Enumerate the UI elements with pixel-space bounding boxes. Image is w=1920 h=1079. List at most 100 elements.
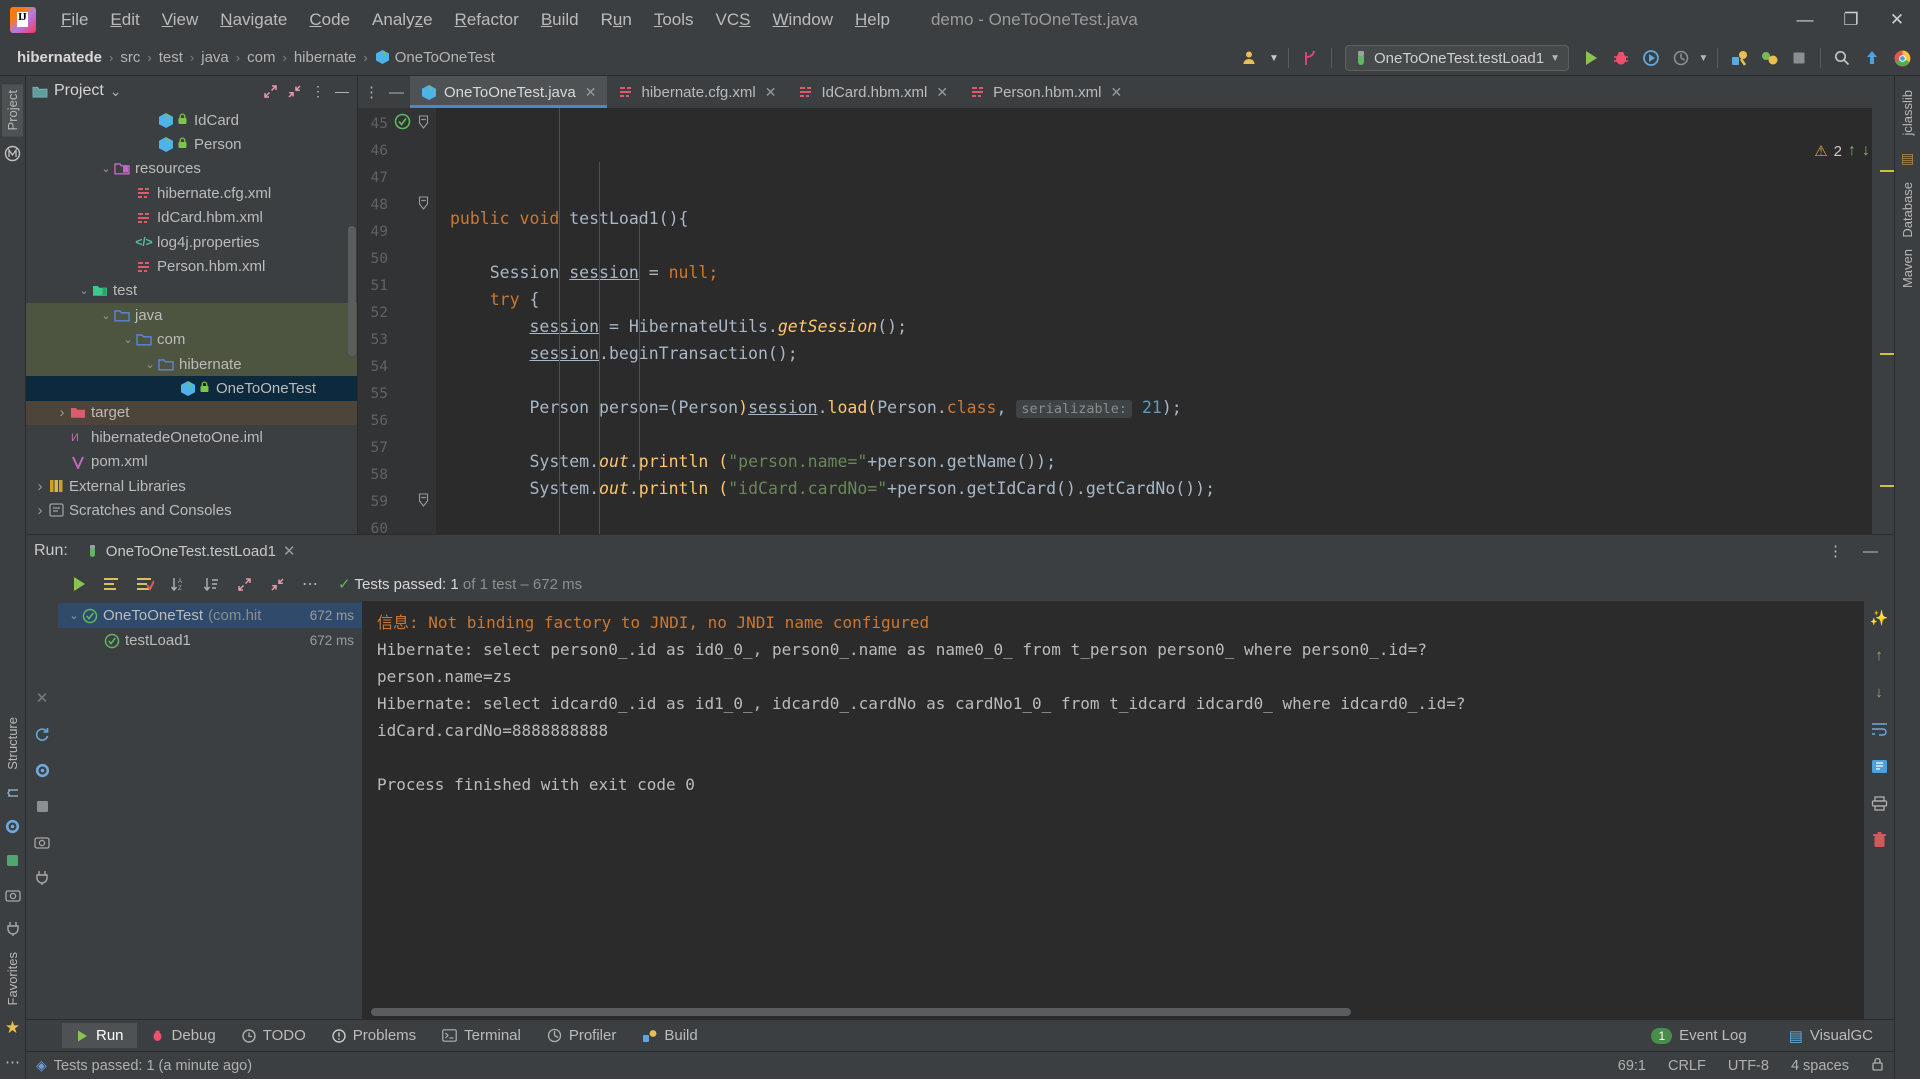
fold-icon[interactable] [416,195,430,214]
menu-item-tools[interactable]: Tools [643,6,705,34]
breadcrumb-item-java[interactable]: java [196,47,234,68]
tree-node-scratches-and-consoles[interactable]: ›Scratches and Consoles [26,498,357,522]
bottom-tab-terminal[interactable]: Terminal [429,1023,534,1048]
project-scrollbar[interactable] [348,226,356,356]
more-icon[interactable]: ⋯ [299,573,321,595]
tree-node-hibernate[interactable]: ⌄hibernate [26,352,357,376]
profile-dropdown-icon[interactable]: ▼ [1697,44,1710,72]
rerun-icon[interactable] [68,573,90,595]
tree-node-person-hbm-xml[interactable]: Person.hbm.xml [26,254,357,278]
menu-item-edit[interactable]: Edit [99,6,150,34]
tree-node-log4j-properties[interactable]: </>log4j.properties [26,230,357,254]
chevron-down-icon[interactable]: ⌄ [98,162,114,175]
update-project-icon[interactable] [1858,44,1886,72]
close-icon[interactable]: ✕ [1110,84,1122,101]
hide-icon[interactable]: — [389,84,404,101]
editor-error-stripe[interactable] [1872,108,1894,534]
sidebar-item-database[interactable]: Database [1897,176,1918,244]
chevron-down-icon[interactable]: ▼ [1550,53,1560,64]
menu-item-code[interactable]: Code [298,6,361,34]
bottom-tab-run[interactable]: Run [62,1023,137,1048]
database-icon[interactable]: ▤ [1898,149,1918,169]
editor-code-text[interactable]: public void testLoad1(){ Session session… [436,108,1872,534]
expand-all-icon[interactable] [261,82,279,100]
down-arrow-icon[interactable]: ↓ [1868,681,1890,703]
filter-passed-icon[interactable] [134,573,156,595]
editor-tab-hibernate-cfg-xml[interactable]: hibernate.cfg.xml✕ [607,76,787,108]
editor-gutter[interactable]: 45464748495051525354555657585960 [358,108,436,534]
tree-node-java[interactable]: ⌄java [26,303,357,327]
chevron-right-icon[interactable]: › [32,478,48,495]
sidebar-item-favorites[interactable]: Favorites [2,946,23,1011]
hide-icon[interactable]: — [333,82,351,100]
close-icon[interactable]: ✕ [936,84,948,101]
plug-icon[interactable] [31,867,53,889]
caret-position[interactable]: 69:1 [1618,1058,1646,1074]
chevron-down-icon[interactable]: ⌄ [98,309,114,322]
tree-node-external-libraries[interactable]: ›External Libraries [26,474,357,498]
close-icon[interactable]: ✕ [283,542,296,560]
tree-node-target[interactable]: ›target [26,401,357,425]
menu-item-file[interactable]: File [50,6,99,34]
run-configuration-selector[interactable]: OneToOneTest.testLoad1 ▼ [1345,45,1569,71]
fold-icon[interactable] [416,492,430,511]
prev-problem-icon[interactable]: ↑ [1848,142,1856,160]
scroll-end-icon[interactable] [1868,755,1890,777]
chevron-down-icon[interactable]: ⌄ [120,333,136,346]
stop-icon[interactable] [31,795,53,817]
test-node-testload1[interactable]: testLoad1672 ms [58,628,362,653]
tree-node-hibernatedeonetoone-iml[interactable]: ИhibernatedeOnetoOne.iml [26,425,357,449]
sidebar-item-structure[interactable]: Structure [2,711,23,776]
menu-item-run[interactable]: Run [590,6,643,34]
sort-alpha-icon[interactable]: AZ [167,573,189,595]
hide-icon[interactable]: — [1863,543,1886,560]
console-output[interactable]: 信息: Not binding factory to JNDI, no JNDI… [363,601,1864,1019]
encoding[interactable]: UTF-8 [1728,1058,1769,1074]
database-icon[interactable] [3,851,23,871]
breadcrumb-item-src[interactable]: src [115,47,145,68]
run-tab[interactable]: OneToOneTest.testLoad1 ✕ [78,539,304,563]
debug-button[interactable] [1607,44,1635,72]
menu-item-view[interactable]: View [151,6,210,34]
minimize-button[interactable]: — [1782,0,1828,40]
sidebar-item-maven[interactable]: Maven [1897,243,1918,294]
tree-node-idcard[interactable]: IdCard [26,108,357,132]
print-icon[interactable] [1868,792,1890,814]
menu-item-refactor[interactable]: Refactor [444,6,530,34]
event-log-widget[interactable]: 1 Event Log [1638,1023,1759,1048]
breadcrumb-item-hibernatede[interactable]: hibernatede [12,47,107,68]
plug-icon[interactable] [3,919,23,939]
magic-icon[interactable]: ✨ [1868,607,1890,629]
breadcrumb-item-test[interactable]: test [154,47,188,68]
options-icon[interactable]: ⋮ [1818,542,1853,560]
editor-tab-onetoonetest-java[interactable]: OneToOneTest.java✕ [410,76,607,108]
menu-item-help[interactable]: Help [844,6,901,34]
fold-icon[interactable] [416,114,430,133]
tree-node-onetoonetest[interactable]: OneToOneTest [26,376,357,400]
sort-duration-icon[interactable] [200,573,222,595]
expand-all-icon[interactable] [233,573,255,595]
collapse-all-icon[interactable] [285,82,303,100]
more-icon[interactable]: ⋯ [3,1052,23,1072]
visualgc-widget[interactable]: ▤ VisualGC [1776,1023,1886,1049]
account-dropdown-icon[interactable]: ▼ [1267,44,1281,72]
breadcrumb-item-onetoonetest[interactable]: OneToOneTest [370,47,500,68]
options-icon[interactable]: ⋮ [309,82,327,100]
chevron-down-icon[interactable]: ⌄ [76,284,92,297]
editor-tab-idcard-hbm-xml[interactable]: IdCard.hbm.xml✕ [787,76,959,108]
menu-item-navigate[interactable]: Navigate [209,6,298,34]
chrome-icon[interactable] [1888,44,1916,72]
toggle-auto-test-icon[interactable] [101,573,123,595]
test-results-tree[interactable]: ⌄OneToOneTest(com.hit672 mstestLoad1672 … [58,601,363,1019]
tree-node-person[interactable]: Person [26,132,357,156]
editor-tab-person-hbm-xml[interactable]: Person.hbm.xml✕ [959,76,1133,108]
chevron-down-icon[interactable]: ⌄ [66,609,82,622]
maven-badge-icon[interactable] [3,143,23,163]
git-icon[interactable] [3,783,23,803]
chevron-right-icon[interactable]: › [54,404,70,421]
tree-node-idcard-hbm-xml[interactable]: IdCard.hbm.xml [26,206,357,230]
breadcrumb-item-hibernate[interactable]: hibernate [289,47,362,68]
account-icon[interactable] [1237,44,1265,72]
bottom-tab-debug[interactable]: Debug [137,1023,229,1048]
collapse-all-icon[interactable] [266,573,288,595]
